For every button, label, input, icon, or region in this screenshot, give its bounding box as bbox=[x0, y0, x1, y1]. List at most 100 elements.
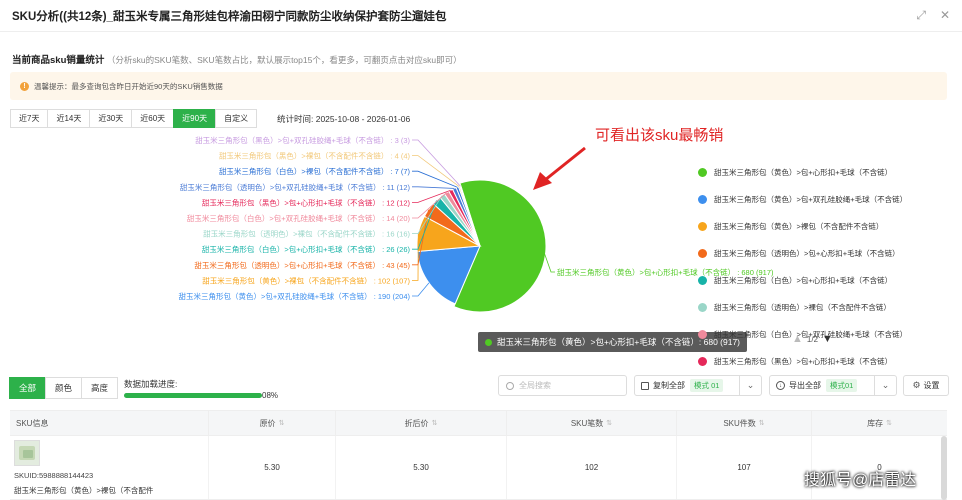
info-icon: ! bbox=[20, 81, 29, 91]
legend-item[interactable]: 甜玉米三角形包（黄色）>包+心形扣+毛球（不含链） bbox=[698, 159, 938, 186]
slice-label: 甜玉米三角形包（黑色）>包+双孔硅胶绳+毛球（不含链） : 3 (3) bbox=[195, 135, 410, 145]
copy-all-label: 复制全部 bbox=[653, 381, 685, 390]
slice-label: 甜玉米三角形包（透明色）>裸包（不含配件不含链） : 16 (16) bbox=[203, 229, 410, 239]
annotation-text: 可看出该sku最畅销 bbox=[595, 127, 724, 144]
range-custom[interactable]: 自定义 bbox=[215, 109, 258, 128]
slice-label: 甜玉米三角形包（黑色）>包+心形扣+毛球（不含链） : 12 (12) bbox=[202, 197, 411, 207]
legend-dot bbox=[698, 222, 707, 231]
cell-discount: 5.30 bbox=[336, 436, 507, 499]
copy-all-group: 复制全部 模式 01 ⌄ bbox=[634, 375, 762, 396]
copy-all-button[interactable]: 复制全部 模式 01 bbox=[635, 376, 729, 395]
col-price[interactable]: 原价 ⇅ bbox=[209, 411, 336, 435]
legend-item[interactable]: 甜玉米三角形包（黄色）>裸包（不含配件不含链） bbox=[698, 213, 938, 240]
legend-pager: ▲ 1/2 ▼ bbox=[792, 333, 833, 345]
sku-id: SKUID:5988888144423 bbox=[14, 471, 94, 480]
filter-height[interactable]: 高度 bbox=[81, 377, 119, 399]
col-orders[interactable]: SKU笔数 ⇅ bbox=[507, 411, 677, 435]
legend-label: 甜玉米三角形包（黄色）>包+双孔硅胶绳+毛球（不含链） bbox=[714, 195, 908, 204]
close-icon[interactable]: ✕ bbox=[940, 9, 950, 21]
slice-label: 甜玉米三角形包（白色）>包+心形扣+毛球（不含链） : 26 (26) bbox=[202, 244, 411, 254]
legend-dot bbox=[698, 168, 707, 177]
sku-thumbnail[interactable] bbox=[14, 440, 40, 466]
sort-icon: ⇅ bbox=[758, 420, 765, 427]
date-range-group: 近7天 近14天 近30天 近60天 近90天 自定义 bbox=[10, 109, 258, 128]
range-30d[interactable]: 近30天 bbox=[89, 109, 133, 128]
progress-fill bbox=[124, 393, 262, 398]
annotation-arrow bbox=[544, 146, 586, 182]
copy-mode-dropdown[interactable]: ⌄ bbox=[739, 376, 761, 395]
window-titlebar: SKU分析((共12条)_甜玉米专属三角形娃包梓渝田栩宁同款防尘收纳保护套防尘遛… bbox=[0, 0, 962, 32]
legend-item[interactable]: 甜玉米三角形包（白色）>包+心形扣+毛球（不含链） bbox=[698, 267, 938, 294]
copy-mode-badge: 模式 01 bbox=[690, 379, 724, 392]
cell-price: 5.30 bbox=[209, 436, 336, 499]
maximize-icon[interactable]: ⤢ bbox=[916, 9, 926, 21]
sort-icon: ⇅ bbox=[606, 420, 613, 427]
legend-item[interactable]: 甜玉米三角形包（透明色）>包+心形扣+毛球（不含链） bbox=[698, 240, 938, 267]
filter-color[interactable]: 颜色 bbox=[45, 377, 83, 399]
legend-label: 甜玉米三角形包（透明色）>裸包（不含配件不含链） bbox=[714, 303, 891, 312]
legend-prev-icon[interactable]: ▲ bbox=[792, 333, 803, 345]
filter-group: 全部 颜色 高度 bbox=[9, 377, 119, 399]
range-7d[interactable]: 近7天 bbox=[10, 109, 49, 128]
legend-item[interactable]: 甜玉米三角形包（透明色）>裸包（不含配件不含链） bbox=[698, 294, 938, 321]
export-all-group: ↓ 导出全部 模式01 ⌄ bbox=[769, 375, 897, 396]
col-discount[interactable]: 折后价 ⇅ bbox=[336, 411, 507, 435]
stat-time: 统计时间: 2025-10-08 - 2026-01-06 bbox=[277, 114, 411, 124]
col-pieces[interactable]: SKU件数 ⇅ bbox=[677, 411, 812, 435]
annotation-arrowhead bbox=[533, 172, 552, 190]
sort-icon: ⇅ bbox=[278, 420, 285, 427]
notice-banner: ! 温馨提示：最多查询包含昨日开始近90天的SKU销售数据 bbox=[10, 72, 947, 100]
section-title: 当前商品sku销量统计 bbox=[12, 55, 105, 66]
col-label: 折后价 bbox=[404, 418, 429, 428]
window-controls: ⤢ ✕ bbox=[916, 9, 950, 21]
legend-dot bbox=[698, 330, 707, 339]
range-14d[interactable]: 近14天 bbox=[47, 109, 91, 128]
col-label: SKU件数 bbox=[723, 418, 756, 428]
search-icon bbox=[506, 381, 514, 390]
legend-label: 甜玉米三角形包（黑色）>包+心形扣+毛球（不含链） bbox=[714, 357, 893, 366]
range-90d[interactable]: 近90天 bbox=[173, 109, 217, 128]
col-stock[interactable]: 库存 ⇅ bbox=[812, 411, 947, 435]
table-scrollbar[interactable] bbox=[941, 436, 947, 500]
col-label: 原价 bbox=[259, 418, 276, 428]
legend-label: 甜玉米三角形包（透明色）>包+心形扣+毛球（不含链） bbox=[714, 249, 900, 258]
filter-all[interactable]: 全部 bbox=[9, 377, 47, 399]
chevron-down-icon: ⌄ bbox=[881, 380, 890, 390]
slice-label: 甜玉米三角形包（白色）>包+双孔硅胶绳+毛球（不含链） : 14 (20) bbox=[187, 213, 411, 223]
export-mode-badge: 模式01 bbox=[826, 379, 858, 392]
slice-label: 甜玉米三角形包（黑色）>裸包（不含配件不含链） : 4 (4) bbox=[219, 151, 411, 161]
section-subtitle: （分析sku的SKU笔数、SKU笔数占比，默认展示top15个，看更多，可翻页点… bbox=[106, 55, 462, 65]
cell-sku-info: SKUID:5988888144423 甜玉米三角形包（黄色）>裸包（不含配件 bbox=[10, 436, 209, 499]
legend-label: 甜玉米三角形包（黄色）>裸包（不含配件不含链） bbox=[714, 222, 884, 231]
notice-text: 温馨提示：最多查询包含昨日开始近90天的SKU销售数据 bbox=[34, 81, 223, 91]
settings-button[interactable]: ⚙ 设置 bbox=[903, 375, 949, 396]
legend-dot bbox=[698, 276, 707, 285]
slice-label: 甜玉米三角形包（黄色）>包+双孔硅胶绳+毛球（不含链） : 190 (204) bbox=[179, 291, 411, 301]
range-60d[interactable]: 近60天 bbox=[131, 109, 175, 128]
search-input[interactable] bbox=[519, 381, 619, 390]
export-mode-dropdown[interactable]: ⌄ bbox=[874, 376, 896, 395]
col-label: SKU信息 bbox=[16, 418, 49, 428]
leader-line bbox=[412, 282, 430, 297]
progress-bar bbox=[124, 393, 262, 398]
col-label: 库存 bbox=[867, 418, 884, 428]
legend-next-icon[interactable]: ▼ bbox=[822, 333, 833, 345]
table-header: SKU信息 原价 ⇅ 折后价 ⇅ SKU笔数 ⇅ SKU件数 ⇅ 库存 ⇅ bbox=[10, 410, 947, 436]
legend-dot bbox=[698, 249, 707, 258]
leader-line bbox=[412, 155, 460, 187]
window-title: SKU分析((共12条)_甜玉米专属三角形娃包梓渝田栩宁同款防尘收纳保护套防尘遛… bbox=[12, 10, 447, 23]
leader-line bbox=[412, 170, 458, 188]
slice-label: 甜玉米三角形包（白色）>裸包（不含配件不含链） : 7 (7) bbox=[219, 166, 411, 176]
export-all-button[interactable]: ↓ 导出全部 模式01 bbox=[770, 376, 863, 395]
watermark: 搜狐号@店雷达 bbox=[804, 472, 917, 489]
legend-page: 1/2 bbox=[806, 334, 819, 344]
slice-label: 甜玉米三角形包（透明色）>包+双孔硅胶绳+毛球（不含链） : 11 (12) bbox=[180, 182, 411, 192]
legend-item[interactable]: 甜玉米三角形包（黑色）>包+心形扣+毛球（不含链） bbox=[698, 348, 938, 375]
progress-percent: 08% bbox=[262, 391, 279, 400]
settings-label: 设置 bbox=[923, 381, 940, 390]
gear-icon: ⚙ bbox=[912, 380, 921, 391]
export-icon: ↓ bbox=[776, 381, 785, 390]
legend-item[interactable]: 甜玉米三角形包（黄色）>包+双孔硅胶绳+毛球（不含链） bbox=[698, 186, 938, 213]
chevron-down-icon: ⌄ bbox=[746, 380, 755, 390]
copy-icon bbox=[641, 381, 649, 390]
